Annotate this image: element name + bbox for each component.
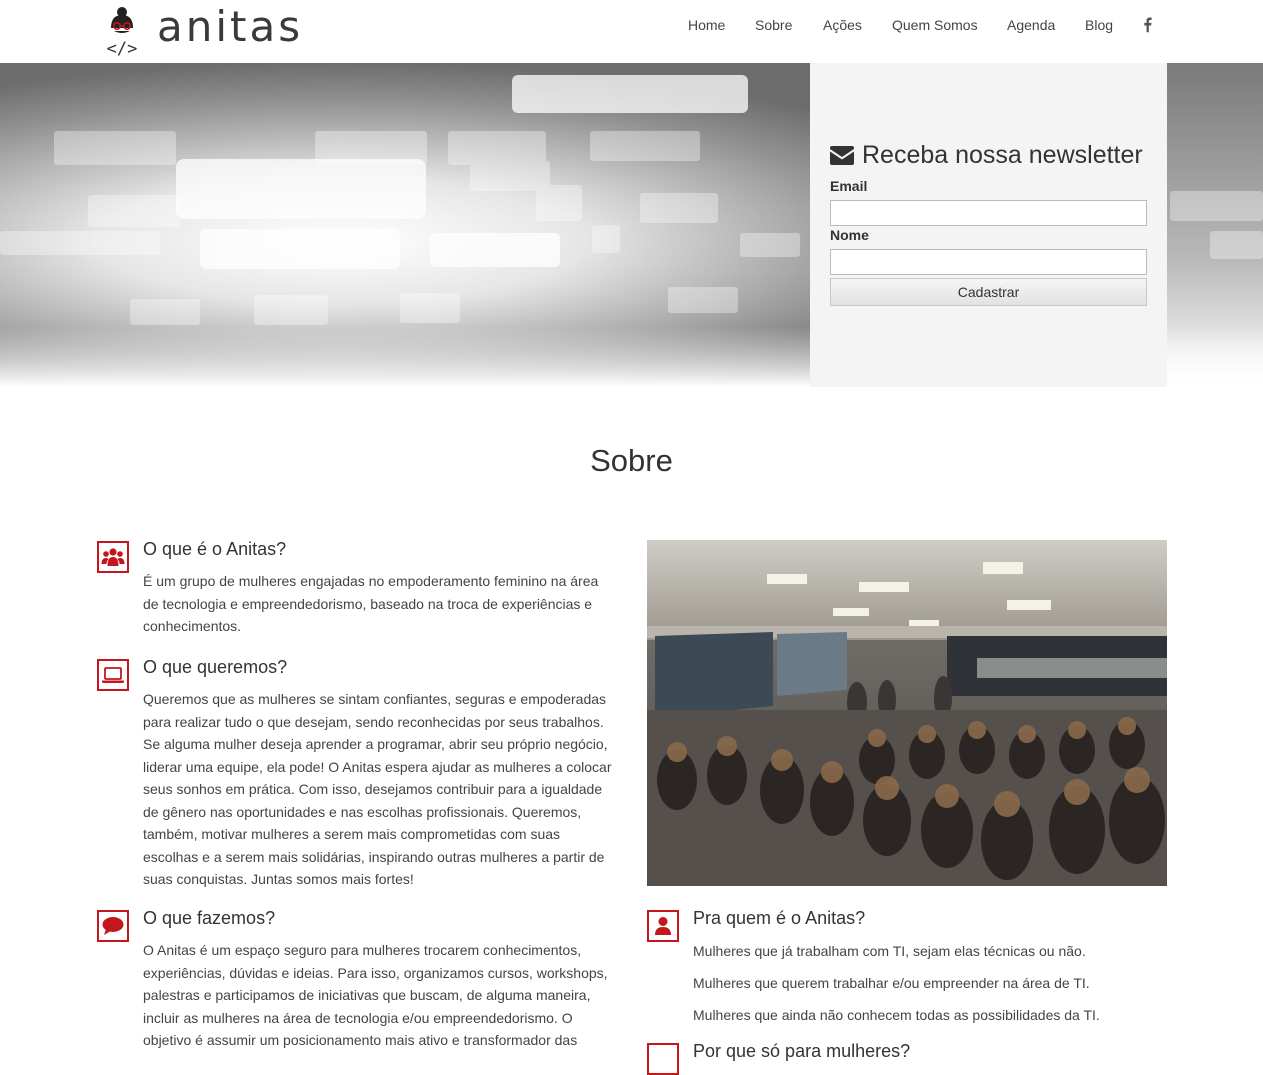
main-nav: Home Sobre Ações Quem Somos Agenda Blog — [0, 17, 1263, 37]
event-photo — [647, 540, 1167, 886]
item-text: Queremos que as mulheres se sintam confi… — [143, 691, 612, 887]
icon-frame — [97, 541, 129, 573]
envelope-icon — [830, 146, 854, 165]
item-title: O que fazemos? — [143, 908, 276, 928]
icon-frame — [97, 659, 129, 691]
newsletter-panel: Receba nossa newsletter Email Nome Cadas… — [810, 63, 1167, 387]
icon-frame — [97, 910, 129, 942]
name-label: Nome — [830, 227, 869, 243]
item-title: Por que só para mulheres? — [693, 1041, 911, 1061]
section-title-sobre: Sobre — [590, 443, 673, 478]
event-photo-image — [647, 540, 1167, 886]
item-title: O que é o Anitas? — [143, 539, 287, 559]
laptop-icon — [102, 667, 124, 683]
nav-sobre[interactable]: Sobre — [755, 17, 792, 33]
nav-agenda[interactable]: Agenda — [1007, 17, 1055, 33]
item-text: O Anitas é um espaço seguro para mulhere… — [143, 942, 608, 1048]
newsletter-title-text: Receba nossa newsletter — [862, 141, 1143, 169]
newsletter-title: Receba nossa newsletter — [830, 141, 1143, 170]
facebook-icon[interactable] — [1143, 15, 1153, 35]
email-field[interactable] — [830, 200, 1147, 226]
subscribe-button[interactable]: Cadastrar — [830, 278, 1147, 306]
users-icon — [101, 548, 125, 566]
nav-blog[interactable]: Blog — [1085, 17, 1113, 33]
item-title: Pra quem é o Anitas? — [693, 908, 866, 928]
item-title: O que queremos? — [143, 657, 288, 677]
hero-banner: Receba nossa newsletter Email Nome Cadas… — [0, 63, 1263, 387]
icon-frame — [647, 910, 679, 942]
nav-quem-somos[interactable]: Quem Somos — [892, 17, 978, 33]
site-header: </> anitas Home Sobre Ações Quem Somos A… — [0, 0, 1263, 63]
icon-frame — [647, 1043, 679, 1075]
email-label: Email — [830, 178, 868, 194]
nav-home[interactable]: Home — [688, 17, 725, 33]
audience-line: Mulheres que já trabalham com TI, sejam … — [693, 943, 1086, 959]
audience-line: Mulheres que ainda não conhecem todas as… — [693, 1007, 1100, 1023]
audience-line: Mulheres que querem trabalhar e/ou empre… — [693, 975, 1090, 991]
speech-bubble-icon — [102, 917, 124, 935]
user-icon — [655, 917, 671, 935]
nav-acoes[interactable]: Ações — [823, 17, 862, 33]
item-text: É um grupo de mulheres engajadas no empo… — [143, 573, 599, 634]
audience-list: Mulheres que já trabalham com TI, sejam … — [693, 940, 1165, 1036]
name-field[interactable] — [830, 249, 1147, 275]
svg-text:</>: </> — [107, 39, 138, 56]
